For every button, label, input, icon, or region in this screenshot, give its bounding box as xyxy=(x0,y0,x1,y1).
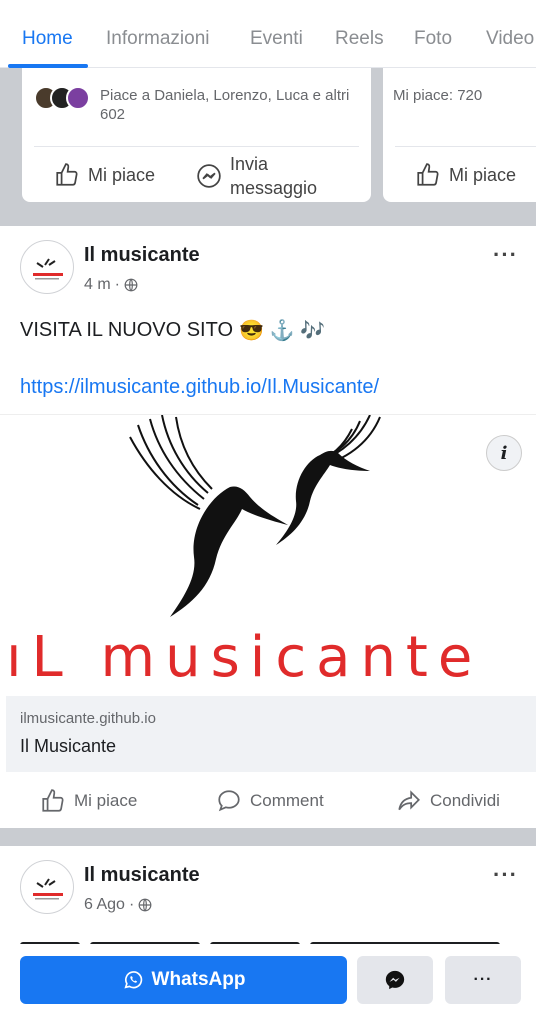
messenger-icon xyxy=(385,970,405,990)
post-emojis: 😎 ⚓ 🎶 xyxy=(239,320,325,342)
post-author[interactable]: Il musicante xyxy=(84,244,200,267)
messenger-button[interactable] xyxy=(357,956,433,1004)
like-button[interactable]: Mi piace xyxy=(415,162,516,188)
hummingbirds-illustration xyxy=(129,415,381,617)
whatsapp-label: WhatsApp xyxy=(151,969,246,990)
page-action-bar: WhatsApp ··· xyxy=(0,944,536,1022)
likes-count: Mi piace: 720 xyxy=(393,87,483,104)
messenger-icon xyxy=(197,164,221,188)
info-icon[interactable]: i xyxy=(486,435,522,471)
tab-informazioni[interactable]: Informazioni xyxy=(106,28,210,50)
globe-icon xyxy=(138,898,152,912)
globe-icon xyxy=(124,278,138,292)
like-icon xyxy=(56,163,78,186)
page-card-1: Piace a Daniela, Lorenzo, Luca e altri 6… xyxy=(22,68,371,202)
link-preview-meta[interactable]: ilmusicante.github.io Il Musicante xyxy=(6,696,536,772)
page-card-2: Mi piace: 720 Mi piace xyxy=(383,68,536,202)
like-label: Mi piace xyxy=(74,791,138,810)
post-text: VISITA IL NUOVO SITO 😎 ⚓ 🎶 xyxy=(20,319,325,342)
tab-video[interactable]: Video xyxy=(486,28,534,50)
comment-button[interactable]: Comment xyxy=(216,788,324,814)
post-options-button[interactable]: ··· xyxy=(493,862,518,888)
send-message-button[interactable]: Invia messaggio xyxy=(196,152,317,200)
whatsapp-icon xyxy=(123,971,142,989)
post: Il musicante 4 m · ··· VISITA IL NUOVO S… xyxy=(0,226,536,828)
tab-eventi[interactable]: Eventi xyxy=(250,28,303,50)
logo-icon xyxy=(33,258,63,280)
share-label: Condividi xyxy=(430,791,500,810)
link-domain: ilmusicante.github.io xyxy=(20,710,156,727)
avatar xyxy=(66,86,90,110)
brand-wordmark: ıL musicante xyxy=(6,625,483,690)
more-options-button[interactable]: ··· xyxy=(445,956,521,1004)
page-avatar[interactable] xyxy=(20,860,74,914)
divider xyxy=(395,146,536,147)
tab-reels[interactable]: Reels xyxy=(335,28,384,50)
post-link[interactable]: https://ilmusicante.github.io/Il.Musican… xyxy=(20,376,379,399)
like-label: Mi piace xyxy=(88,164,156,185)
page-avatar[interactable] xyxy=(20,240,74,294)
post-options-button[interactable]: ··· xyxy=(493,242,518,268)
comment-icon xyxy=(218,790,240,812)
share-button[interactable]: Condividi xyxy=(396,788,500,814)
like-icon xyxy=(42,789,64,812)
like-label: Mi piace xyxy=(449,164,517,185)
post-meta: 4 m · xyxy=(84,276,138,294)
comment-label: Comment xyxy=(250,791,324,810)
post-actions: Mi piace Comment Condividi xyxy=(0,782,536,822)
link-preview-image[interactable]: i ıL musicante xyxy=(0,414,536,696)
feed-separator xyxy=(0,828,536,846)
share-icon xyxy=(398,790,420,811)
suggested-cards: Piace a Daniela, Lorenzo, Luca e altri 6… xyxy=(0,68,536,226)
link-title: Il Musicante xyxy=(20,736,117,756)
like-button[interactable]: Mi piace xyxy=(54,162,155,188)
logo-icon xyxy=(33,878,63,900)
like-icon xyxy=(417,163,439,186)
tab-home[interactable]: Home xyxy=(22,28,73,50)
page-tabs: Home Informazioni Eventi Reels Foto Vide… xyxy=(0,0,536,68)
friend-avatars xyxy=(34,86,98,110)
like-button[interactable]: Mi piace xyxy=(40,788,137,814)
post-time[interactable]: 6 Ago xyxy=(84,896,125,914)
message-label-line2: messaggio xyxy=(230,178,318,198)
divider xyxy=(34,146,359,147)
post-author[interactable]: Il musicante xyxy=(84,864,200,887)
post-meta: 6 Ago · xyxy=(84,896,152,914)
message-label-line1: Invia xyxy=(230,154,269,174)
likes-summary: Piace a Daniela, Lorenzo, Luca e altri 6… xyxy=(100,87,350,123)
whatsapp-button[interactable]: WhatsApp xyxy=(20,956,347,1004)
post-time[interactable]: 4 m xyxy=(84,276,111,294)
tab-foto[interactable]: Foto xyxy=(414,28,452,50)
